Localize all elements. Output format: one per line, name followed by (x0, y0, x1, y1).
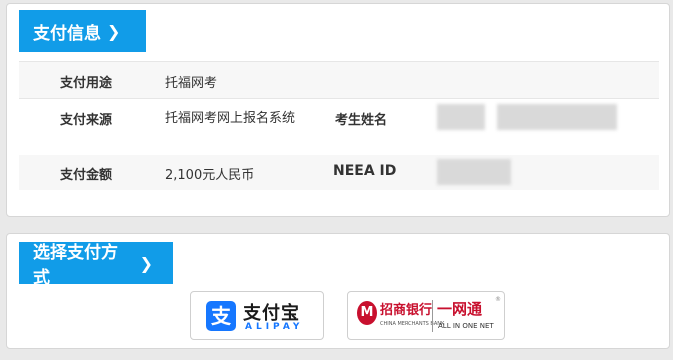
payment-method-panel: 选择支付方式 ❯ 支 支付宝 ALIPAY M 招商银行 CHINA MERCH… (6, 233, 670, 349)
alipay-button[interactable]: 支 支付宝 ALIPAY (190, 291, 324, 340)
payment-purpose-row: 支付用途 托福网考 (19, 61, 659, 99)
alipay-label-en: ALIPAY (245, 322, 304, 332)
chevron-right-icon: ❯ (139, 253, 153, 273)
cmb-brand-label: 一网通 (437, 300, 483, 318)
payment-info-panel: 支付信息 ❯ 支付用途 托福网考 支付来源 托福网考网上报名系统 考生姓名 支付… (6, 3, 670, 217)
candidate-name-redacted-2 (497, 104, 617, 130)
payment-amount-row: 支付金额 2,100元人民币 NEEA ID (19, 155, 659, 190)
payment-amount-value: 2,100元人民币 (165, 168, 255, 183)
payment-purpose-label: 支付用途 (60, 76, 113, 91)
cmb-bank-label-en: CHINA MERCHANTS BANK (380, 321, 445, 327)
alipay-icon: 支 (206, 301, 236, 331)
cmb-bank-label: 招商银行 (380, 303, 433, 318)
payment-source-row: 支付来源 托福网考网上报名系统 考生姓名 (19, 98, 659, 156)
cmb-brand-label-en: ALL IN ONE NET (438, 322, 494, 330)
chevron-right-icon: ❯ (107, 21, 121, 41)
neea-id-redacted (437, 159, 511, 185)
payment-method-title: 选择支付方式 (33, 243, 118, 288)
candidate-name-redacted (437, 104, 485, 130)
payment-source-label: 支付来源 (60, 113, 113, 128)
payment-info-title: 支付信息 (33, 23, 101, 44)
registered-mark-icon: ® (495, 296, 501, 303)
cmb-bank-button[interactable]: M 招商银行 CHINA MERCHANTS BANK 一网通 ALL IN O… (347, 291, 505, 340)
payment-source-value: 托福网考网上报名系统 (165, 111, 296, 126)
divider (432, 300, 433, 332)
payment-method-header: 选择支付方式 ❯ (19, 242, 173, 288)
candidate-name-label: 考生姓名 (335, 113, 388, 128)
neea-id-label: NEEA ID (333, 163, 397, 179)
payment-amount-label: 支付金额 (60, 168, 113, 183)
cmb-logo-icon: M (357, 301, 377, 325)
payment-info-header: 支付信息 ❯ (19, 10, 146, 52)
payment-purpose-value: 托福网考 (165, 76, 218, 91)
